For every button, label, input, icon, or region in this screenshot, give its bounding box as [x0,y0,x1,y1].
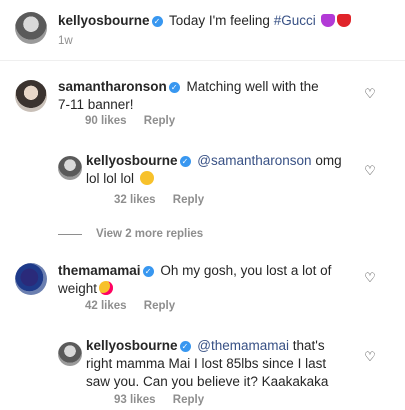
comment-body-line2: 7-11 banner! [58,97,134,112]
comment-username[interactable]: samantharonson [58,79,167,94]
reply-body-line2: right mamma Mai I lost 85lbs since I las… [86,356,327,371]
verified-icon: ✓ [179,341,191,352]
avatar[interactable] [15,12,47,44]
avatar[interactable] [58,156,82,180]
verified-icon: ✓ [151,16,163,27]
caption-text: kellyosbourne ✓ Today I'm feeling #Gucci [58,12,352,30]
comment-text: samantharonson ✓ Matching well with the 7… [58,78,319,114]
comment-body: Matching well with the [186,79,319,94]
reply-body: omg [311,153,342,168]
reply-meta: 32 likes Reply [114,194,218,206]
heart-outline-icon[interactable]: ♡ [364,164,376,177]
comment-meta: 90 likes Reply [85,115,189,127]
comment-likes[interactable]: 42 likes [85,300,127,312]
verified-icon: ✓ [168,82,180,93]
divider [0,60,405,61]
reply-body-line2: lol lol lol [86,171,135,186]
caption-username[interactable]: kellyosbourne [58,13,150,28]
tongue-face-icon [139,171,154,185]
comment-text: themamamai ✓ Oh my gosh, you lost a lot o… [58,262,331,298]
view-more-replies-button[interactable]: View 2 more replies [58,228,203,240]
purple-heart-icon [321,14,336,27]
heart-outline-icon[interactable]: ♡ [364,350,376,363]
avatar[interactable] [15,263,47,295]
comment-body: Oh my gosh, you lost a lot of [160,263,332,278]
reply-text: kellyosbourne ✓ @samantharonson omg lol l… [86,152,342,188]
caption-meta: 1w [58,35,87,47]
caption-hashtag[interactable]: #Gucci [274,13,316,28]
reply-reply-button[interactable]: Reply [173,194,204,206]
caption-time: 1w [58,35,73,47]
comment-meta: 42 likes Reply [85,300,189,312]
comment-likes[interactable]: 90 likes [85,115,127,127]
red-heart-icon [337,14,352,27]
heart-outline-icon[interactable]: ♡ [364,87,376,100]
avatar[interactable] [15,80,47,112]
reply-reply-button[interactable]: Reply [173,394,204,406]
comment-reply-button[interactable]: Reply [144,300,175,312]
reply-username[interactable]: kellyosbourne [86,338,178,353]
reply-body-line3: saw you. Can you believe it? Kaakakaka [86,374,329,389]
reply-mention[interactable]: @themamamai [197,338,289,353]
reply-body: that's [289,338,325,353]
avatar[interactable] [58,342,82,366]
reply-likes[interactable]: 93 likes [114,394,156,406]
view-more-label: View 2 more replies [96,228,204,240]
reply-mention[interactable]: @samantharonson [197,153,311,168]
verified-icon: ✓ [142,266,154,277]
view-more-line [58,233,82,235]
reply-text: kellyosbourne ✓ @themamamai that's right … [86,337,328,391]
comment-body-line2: weight [58,281,98,296]
reply-username[interactable]: kellyosbourne [86,153,178,168]
heart-outline-icon[interactable]: ♡ [364,271,376,284]
reply-likes[interactable]: 32 likes [114,194,156,206]
caption-body: Today I'm feeling [169,13,274,28]
kissing-face-icon [99,281,114,295]
reply-meta: 93 likes Reply [114,394,218,406]
verified-icon: ✓ [179,156,191,167]
comment-reply-button[interactable]: Reply [144,115,175,127]
comment-username[interactable]: themamamai [58,263,141,278]
